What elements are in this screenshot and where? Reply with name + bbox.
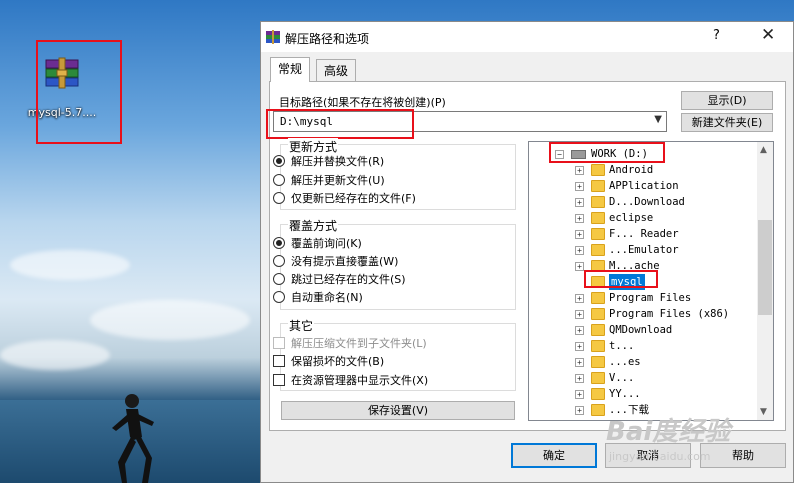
folder-icon <box>591 212 605 224</box>
folder-icon <box>591 228 605 240</box>
chevron-down-icon[interactable]: ▼ <box>654 114 662 125</box>
folder-icon <box>591 180 605 192</box>
overwrite-option-ask[interactable]: 覆盖前询问(K) <box>273 235 362 252</box>
expand-icon[interactable]: + <box>575 326 584 335</box>
overwrite-option-rename[interactable]: 自动重命名(N) <box>273 289 363 306</box>
radio-button[interactable] <box>273 273 285 285</box>
tree-item-label: F... Reader <box>609 228 679 240</box>
misc-title: 其它 <box>288 317 315 334</box>
folder-icon <box>591 356 605 368</box>
show-button[interactable]: 显示(D) <box>681 91 773 110</box>
close-button[interactable]: ✕ <box>761 25 775 45</box>
title-bar: 解压路径和选项 ? ✕ <box>261 22 793 52</box>
tree-item-label: Program Files (x86) <box>609 308 730 320</box>
cloud <box>10 250 130 280</box>
update-option-replace[interactable]: 解压并替换文件(R) <box>273 153 384 170</box>
tree-scrollbar[interactable]: ▲ ▼ <box>757 142 773 420</box>
expand-icon[interactable]: + <box>575 358 584 367</box>
tree-item-label: eclipse <box>609 212 654 224</box>
expand-icon[interactable]: + <box>575 374 584 383</box>
expand-icon[interactable]: + <box>575 246 584 255</box>
scroll-up-icon[interactable]: ▲ <box>760 145 767 155</box>
tree-item-label: ...es <box>609 356 641 368</box>
folder-icon <box>591 340 605 352</box>
folder-icon <box>591 324 605 336</box>
expand-icon[interactable]: + <box>575 310 584 319</box>
expand-icon[interactable]: + <box>575 342 584 351</box>
cloud <box>0 340 110 370</box>
folder-icon <box>591 308 605 320</box>
update-option-update[interactable]: 解压并更新文件(U) <box>273 172 385 189</box>
expand-icon[interactable]: + <box>575 198 584 207</box>
radio-button[interactable] <box>273 174 285 186</box>
expand-icon[interactable]: + <box>575 166 584 175</box>
scroll-down-icon[interactable]: ▼ <box>760 407 767 417</box>
overwrite-option-skip[interactable]: 跳过已经存在的文件(S) <box>273 271 406 288</box>
option-extract-to-subfolder: 解压压缩文件到子文件夹(L) <box>273 335 427 352</box>
folder-icon <box>591 244 605 256</box>
folder-icon <box>591 388 605 400</box>
highlight-box-path <box>266 109 414 139</box>
tab-general[interactable]: 常规 <box>270 57 311 82</box>
tree-item-label: ...Emulator <box>609 244 679 256</box>
help-question-button[interactable]: ? <box>713 28 720 43</box>
option-show-in-explorer[interactable]: 在资源管理器中显示文件(X) <box>273 372 428 389</box>
expand-icon[interactable]: + <box>575 182 584 191</box>
runner-silhouette <box>112 394 154 483</box>
winrar-icon <box>266 30 280 44</box>
folder-icon <box>591 372 605 384</box>
tree-item-label: t... <box>609 340 635 352</box>
cloud <box>90 300 250 340</box>
option-keep-broken-files[interactable]: 保留损坏的文件(B) <box>273 353 384 370</box>
radio-button[interactable] <box>273 192 285 204</box>
expand-icon[interactable]: + <box>575 262 584 271</box>
baidu-watermark-logo: Bai度经验 <box>606 417 731 447</box>
target-path-label: 目标路径(如果不存在将被创建)(P) <box>279 96 446 109</box>
expand-icon[interactable]: + <box>575 390 584 399</box>
tree-item-label: D...Download <box>609 196 685 208</box>
dialog-title: 解压路径和选项 <box>285 32 370 46</box>
tree-item-label: APPlication <box>609 180 679 192</box>
expand-icon[interactable]: + <box>575 406 584 415</box>
radio-button[interactable] <box>273 155 285 167</box>
ok-button[interactable]: 确定 <box>511 443 597 468</box>
folder-icon <box>591 292 605 304</box>
expand-icon[interactable]: + <box>575 294 584 303</box>
tree-item-label: Android <box>609 164 654 176</box>
scroll-thumb[interactable] <box>758 220 772 315</box>
radio-button[interactable] <box>273 237 285 249</box>
new-folder-button[interactable]: 新建文件夹(E) <box>681 113 773 132</box>
update-option-existing[interactable]: 仅更新已经存在的文件(F) <box>273 190 416 207</box>
expand-icon[interactable]: + <box>575 230 584 239</box>
folder-icon <box>591 404 605 416</box>
tree-item-label: YY... <box>609 388 641 400</box>
highlight-box-desktop-file <box>36 40 122 144</box>
highlight-box-drive <box>549 142 665 163</box>
expand-icon[interactable]: + <box>575 214 584 223</box>
tree-item-label: Program Files <box>609 292 692 304</box>
checkbox[interactable] <box>273 374 285 386</box>
checkbox[interactable] <box>273 355 285 367</box>
tab-advanced[interactable]: 高级 <box>316 59 357 81</box>
highlight-box-mysql <box>584 270 658 288</box>
folder-icon <box>591 164 605 176</box>
baidu-watermark-url: jingyan.baidu.com <box>609 450 711 463</box>
tree-item-label: QMDownload <box>609 324 673 336</box>
overwrite-mode-title: 覆盖方式 <box>288 217 339 234</box>
folder-icon <box>591 196 605 208</box>
overwrite-option-silent[interactable]: 没有提示直接覆盖(W) <box>273 253 398 270</box>
checkbox <box>273 337 285 349</box>
radio-button[interactable] <box>273 255 285 267</box>
save-settings-button[interactable]: 保存设置(V) <box>281 401 515 420</box>
tree-item-label: V... <box>609 372 635 384</box>
radio-button[interactable] <box>273 291 285 303</box>
